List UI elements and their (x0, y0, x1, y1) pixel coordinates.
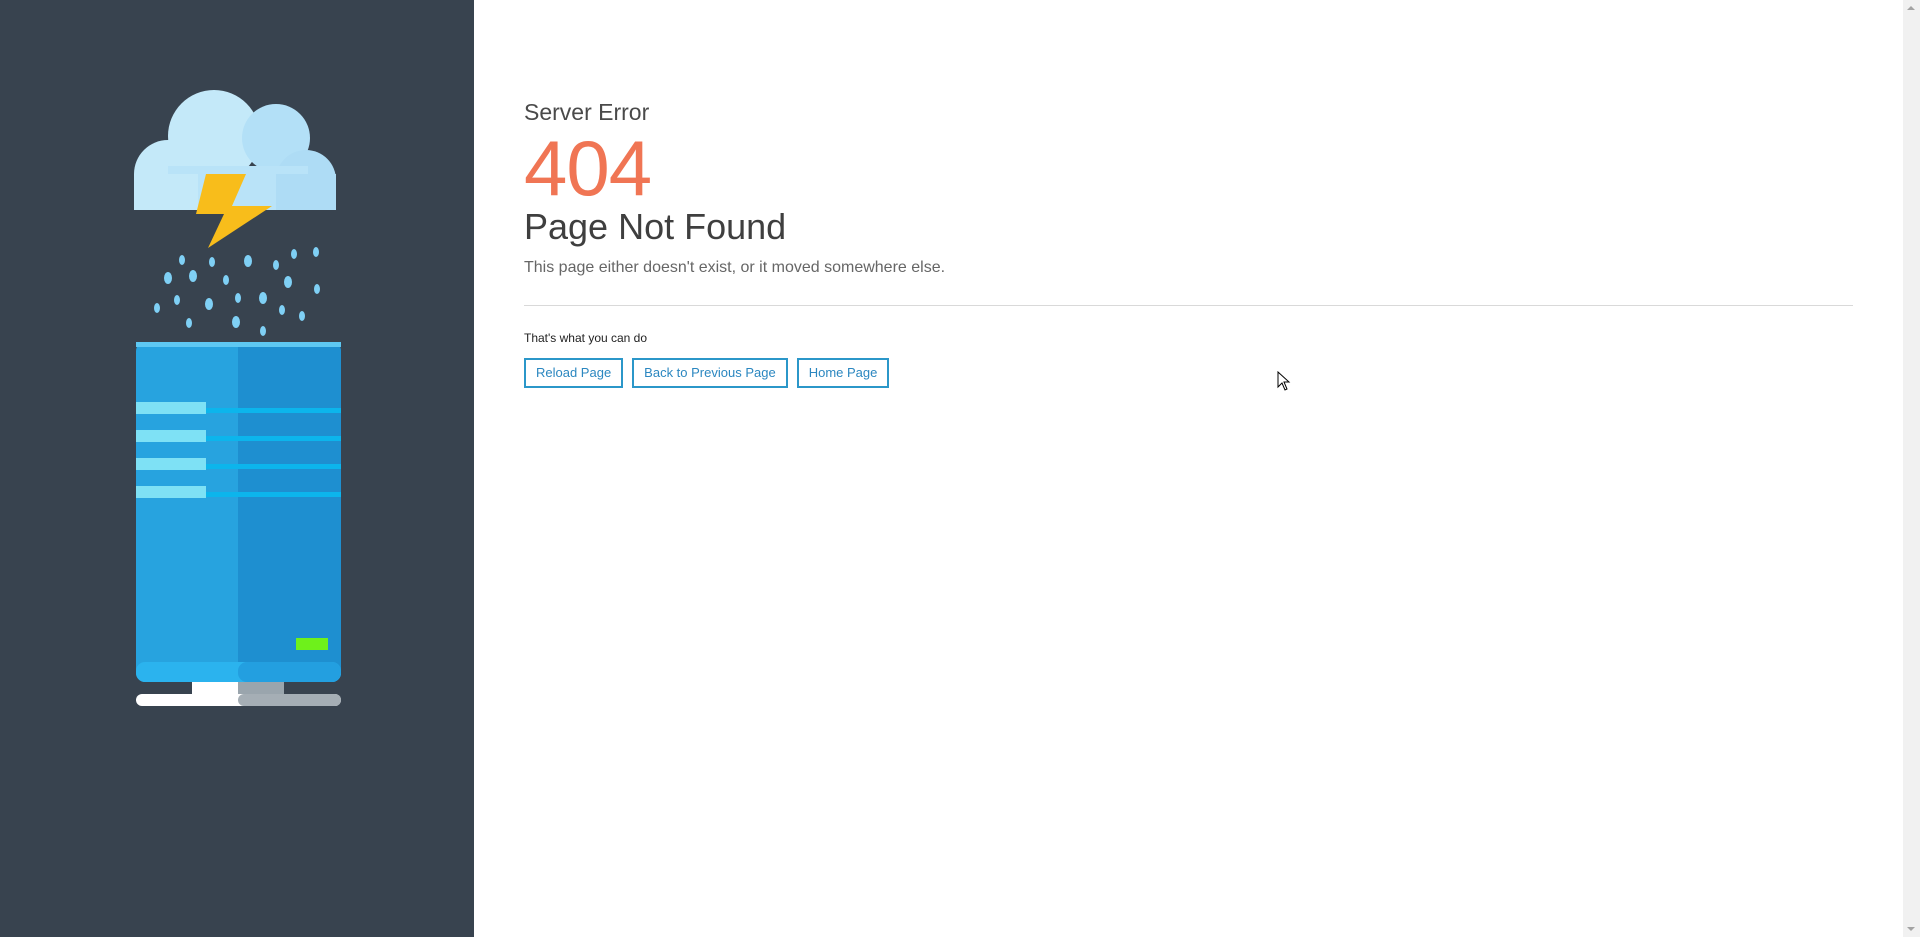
scroll-down-icon[interactable] (1907, 927, 1915, 931)
action-buttons: Reload Page Back to Previous Page Home P… (524, 358, 1853, 388)
back-to-previous-page-button[interactable]: Back to Previous Page (632, 358, 788, 388)
sidebar-panel (0, 0, 474, 937)
error-content: Server Error 404 Page Not Found This pag… (524, 98, 1853, 388)
divider (524, 305, 1853, 306)
reload-page-button[interactable]: Reload Page (524, 358, 624, 388)
actions-heading: That's what you can do (524, 331, 648, 345)
server-storm-illustration (134, 90, 341, 706)
server-icon (136, 342, 341, 706)
home-page-button[interactable]: Home Page (796, 358, 890, 388)
error-description: This page either doesn't exist, or it mo… (524, 259, 946, 276)
page-title: Page Not Found (524, 206, 787, 247)
mouse-pointer-icon (1277, 371, 1291, 391)
scroll-up-icon[interactable] (1907, 6, 1915, 10)
error-page: Server Error 404 Page Not Found This pag… (0, 0, 1920, 937)
error-code: 404 (524, 124, 652, 212)
error-eyebrow: Server Error (524, 99, 650, 125)
vertical-scrollbar[interactable] (1903, 0, 1920, 937)
raindrops-icon (154, 247, 320, 336)
